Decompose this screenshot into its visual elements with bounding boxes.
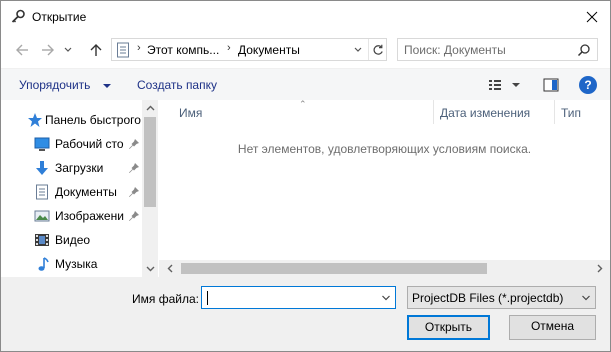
column-divider[interactable] bbox=[433, 100, 434, 124]
address-bar[interactable]: › Этот компь... › Документы bbox=[111, 38, 387, 61]
recent-locations-button[interactable] bbox=[61, 40, 75, 60]
sidebar-item-downloads[interactable]: Загрузки bbox=[1, 157, 142, 179]
sidebar-item-label: Панель быстрого bbox=[45, 113, 141, 127]
command-bar: Упорядочить Создать папку ? bbox=[1, 68, 610, 100]
view-options-icon bbox=[489, 80, 520, 90]
column-header-date-modified[interactable]: Дата изменения bbox=[440, 100, 530, 124]
breadcrumb-this-pc[interactable]: Этот компь... bbox=[147, 43, 219, 57]
close-icon bbox=[586, 11, 598, 22]
up-arrow-icon bbox=[90, 44, 102, 56]
chevron-right-icon bbox=[597, 264, 602, 273]
filename-input[interactable] bbox=[201, 286, 396, 309]
navigation-pane-scrollbar[interactable] bbox=[142, 100, 158, 277]
empty-results-message: Нет элементов, удовлетворяющих условиям … bbox=[237, 142, 532, 156]
content-area: Панель быстрого Рабочий сто Загрузки Док… bbox=[1, 99, 610, 277]
sidebar-item-desktop[interactable]: Рабочий сто bbox=[1, 133, 142, 155]
sidebar-item-label: Загрузки bbox=[55, 161, 104, 175]
chevron-up-icon bbox=[146, 105, 154, 111]
refresh-icon bbox=[373, 44, 383, 55]
sidebar-item-videos[interactable]: Видео bbox=[1, 229, 142, 251]
preview-pane-button[interactable] bbox=[543, 77, 559, 93]
back-arrow-icon bbox=[16, 44, 28, 56]
search-box[interactable]: Поиск: Документы bbox=[397, 38, 598, 61]
organize-label: Упорядочить bbox=[19, 78, 91, 92]
open-file-dialog: Открытие › Этот компь... › Документы Пои… bbox=[0, 0, 611, 352]
star-icon bbox=[27, 112, 43, 128]
document-icon bbox=[116, 42, 130, 58]
up-button[interactable] bbox=[86, 40, 106, 60]
scroll-right-button[interactable] bbox=[591, 260, 608, 277]
dropdown-arrow-icon bbox=[102, 83, 111, 88]
navigation-pane: Панель быстрого Рабочий сто Загрузки Док… bbox=[1, 100, 158, 277]
file-type-value: ProjectDB Files (*.projectdb) bbox=[412, 291, 564, 305]
pictures-icon bbox=[34, 208, 50, 224]
pin-icon bbox=[128, 186, 140, 198]
chevron-down-icon bbox=[354, 47, 362, 52]
preview-pane-icon bbox=[543, 78, 559, 92]
column-header-name[interactable]: Имя bbox=[179, 100, 202, 124]
title-bar: Открытие bbox=[1, 1, 610, 32]
chevron-down-icon bbox=[64, 47, 72, 52]
download-icon bbox=[34, 160, 50, 176]
chevron-left-icon bbox=[167, 264, 172, 273]
file-list-pane: ⌃ Имя Дата изменения Тип Нет элементов, … bbox=[159, 99, 610, 277]
pin-icon bbox=[128, 162, 140, 174]
open-button[interactable]: Открыть bbox=[407, 315, 490, 340]
breadcrumb-documents[interactable]: Документы bbox=[238, 43, 300, 57]
sidebar-item-label: Рабочий сто bbox=[55, 137, 124, 151]
sidebar-item-label: Документы bbox=[55, 185, 117, 199]
sort-ascending-icon: ⌃ bbox=[299, 99, 307, 109]
search-icon bbox=[577, 43, 591, 57]
refresh-button[interactable] bbox=[368, 39, 387, 60]
file-type-select[interactable]: ProjectDB Files (*.projectdb) bbox=[407, 286, 596, 309]
video-icon bbox=[34, 232, 50, 248]
music-icon bbox=[34, 256, 50, 272]
column-header-row: ⌃ Имя Дата изменения Тип bbox=[159, 99, 610, 124]
navigation-bar: › Этот компь... › Документы Поиск: Докум… bbox=[1, 32, 610, 68]
chevron-down-icon bbox=[582, 295, 590, 300]
horizontal-scrollbar[interactable] bbox=[159, 260, 610, 277]
file-type-dropdown[interactable] bbox=[577, 287, 595, 308]
search-input[interactable]: Поиск: Документы bbox=[404, 43, 506, 57]
sidebar-item-music[interactable]: Музыка bbox=[1, 253, 142, 275]
scroll-up-button[interactable] bbox=[142, 100, 158, 116]
change-view-button[interactable] bbox=[488, 77, 524, 93]
chevron-down-icon bbox=[146, 266, 154, 272]
column-divider[interactable] bbox=[554, 100, 555, 124]
address-dropdown-button[interactable] bbox=[348, 39, 368, 60]
scrollbar-thumb[interactable] bbox=[181, 263, 487, 274]
chevron-down-icon bbox=[382, 295, 390, 300]
sidebar-item-documents[interactable]: Документы bbox=[1, 181, 142, 203]
dialog-footer: Имя файла: ProjectDB Files (*.projectdb)… bbox=[1, 277, 610, 351]
close-button[interactable] bbox=[574, 1, 610, 32]
key-icon bbox=[10, 9, 26, 25]
forward-arrow-icon bbox=[42, 44, 54, 56]
new-folder-button[interactable]: Создать папку bbox=[137, 78, 217, 92]
pin-icon bbox=[128, 138, 140, 150]
breadcrumb-separator-icon: › bbox=[137, 42, 141, 54]
back-button[interactable] bbox=[12, 40, 32, 60]
window-title: Открытие bbox=[32, 10, 87, 24]
forward-button[interactable] bbox=[38, 40, 58, 60]
filename-label: Имя файла: bbox=[132, 292, 199, 306]
cancel-button[interactable]: Отмена bbox=[509, 315, 596, 340]
scroll-down-button[interactable] bbox=[142, 261, 158, 277]
sidebar-item-label: Изображени bbox=[55, 209, 124, 223]
document-icon bbox=[34, 184, 50, 200]
filename-history-dropdown[interactable] bbox=[377, 287, 395, 308]
scrollbar-thumb[interactable] bbox=[144, 117, 156, 207]
sidebar-item-quick-access[interactable]: Панель быстрого bbox=[1, 109, 142, 131]
pin-icon bbox=[128, 210, 140, 222]
sidebar-item-label: Видео bbox=[55, 233, 91, 247]
sidebar-item-label: Музыка bbox=[55, 257, 98, 271]
breadcrumb-separator-icon: › bbox=[227, 42, 231, 54]
organize-button[interactable]: Упорядочить bbox=[19, 78, 112, 92]
sidebar-item-pictures[interactable]: Изображени bbox=[1, 205, 142, 227]
desktop-icon bbox=[34, 136, 50, 152]
column-header-type[interactable]: Тип bbox=[561, 100, 581, 124]
scroll-left-button[interactable] bbox=[161, 260, 178, 277]
help-button[interactable]: ? bbox=[579, 76, 597, 94]
text-caret bbox=[207, 291, 208, 305]
